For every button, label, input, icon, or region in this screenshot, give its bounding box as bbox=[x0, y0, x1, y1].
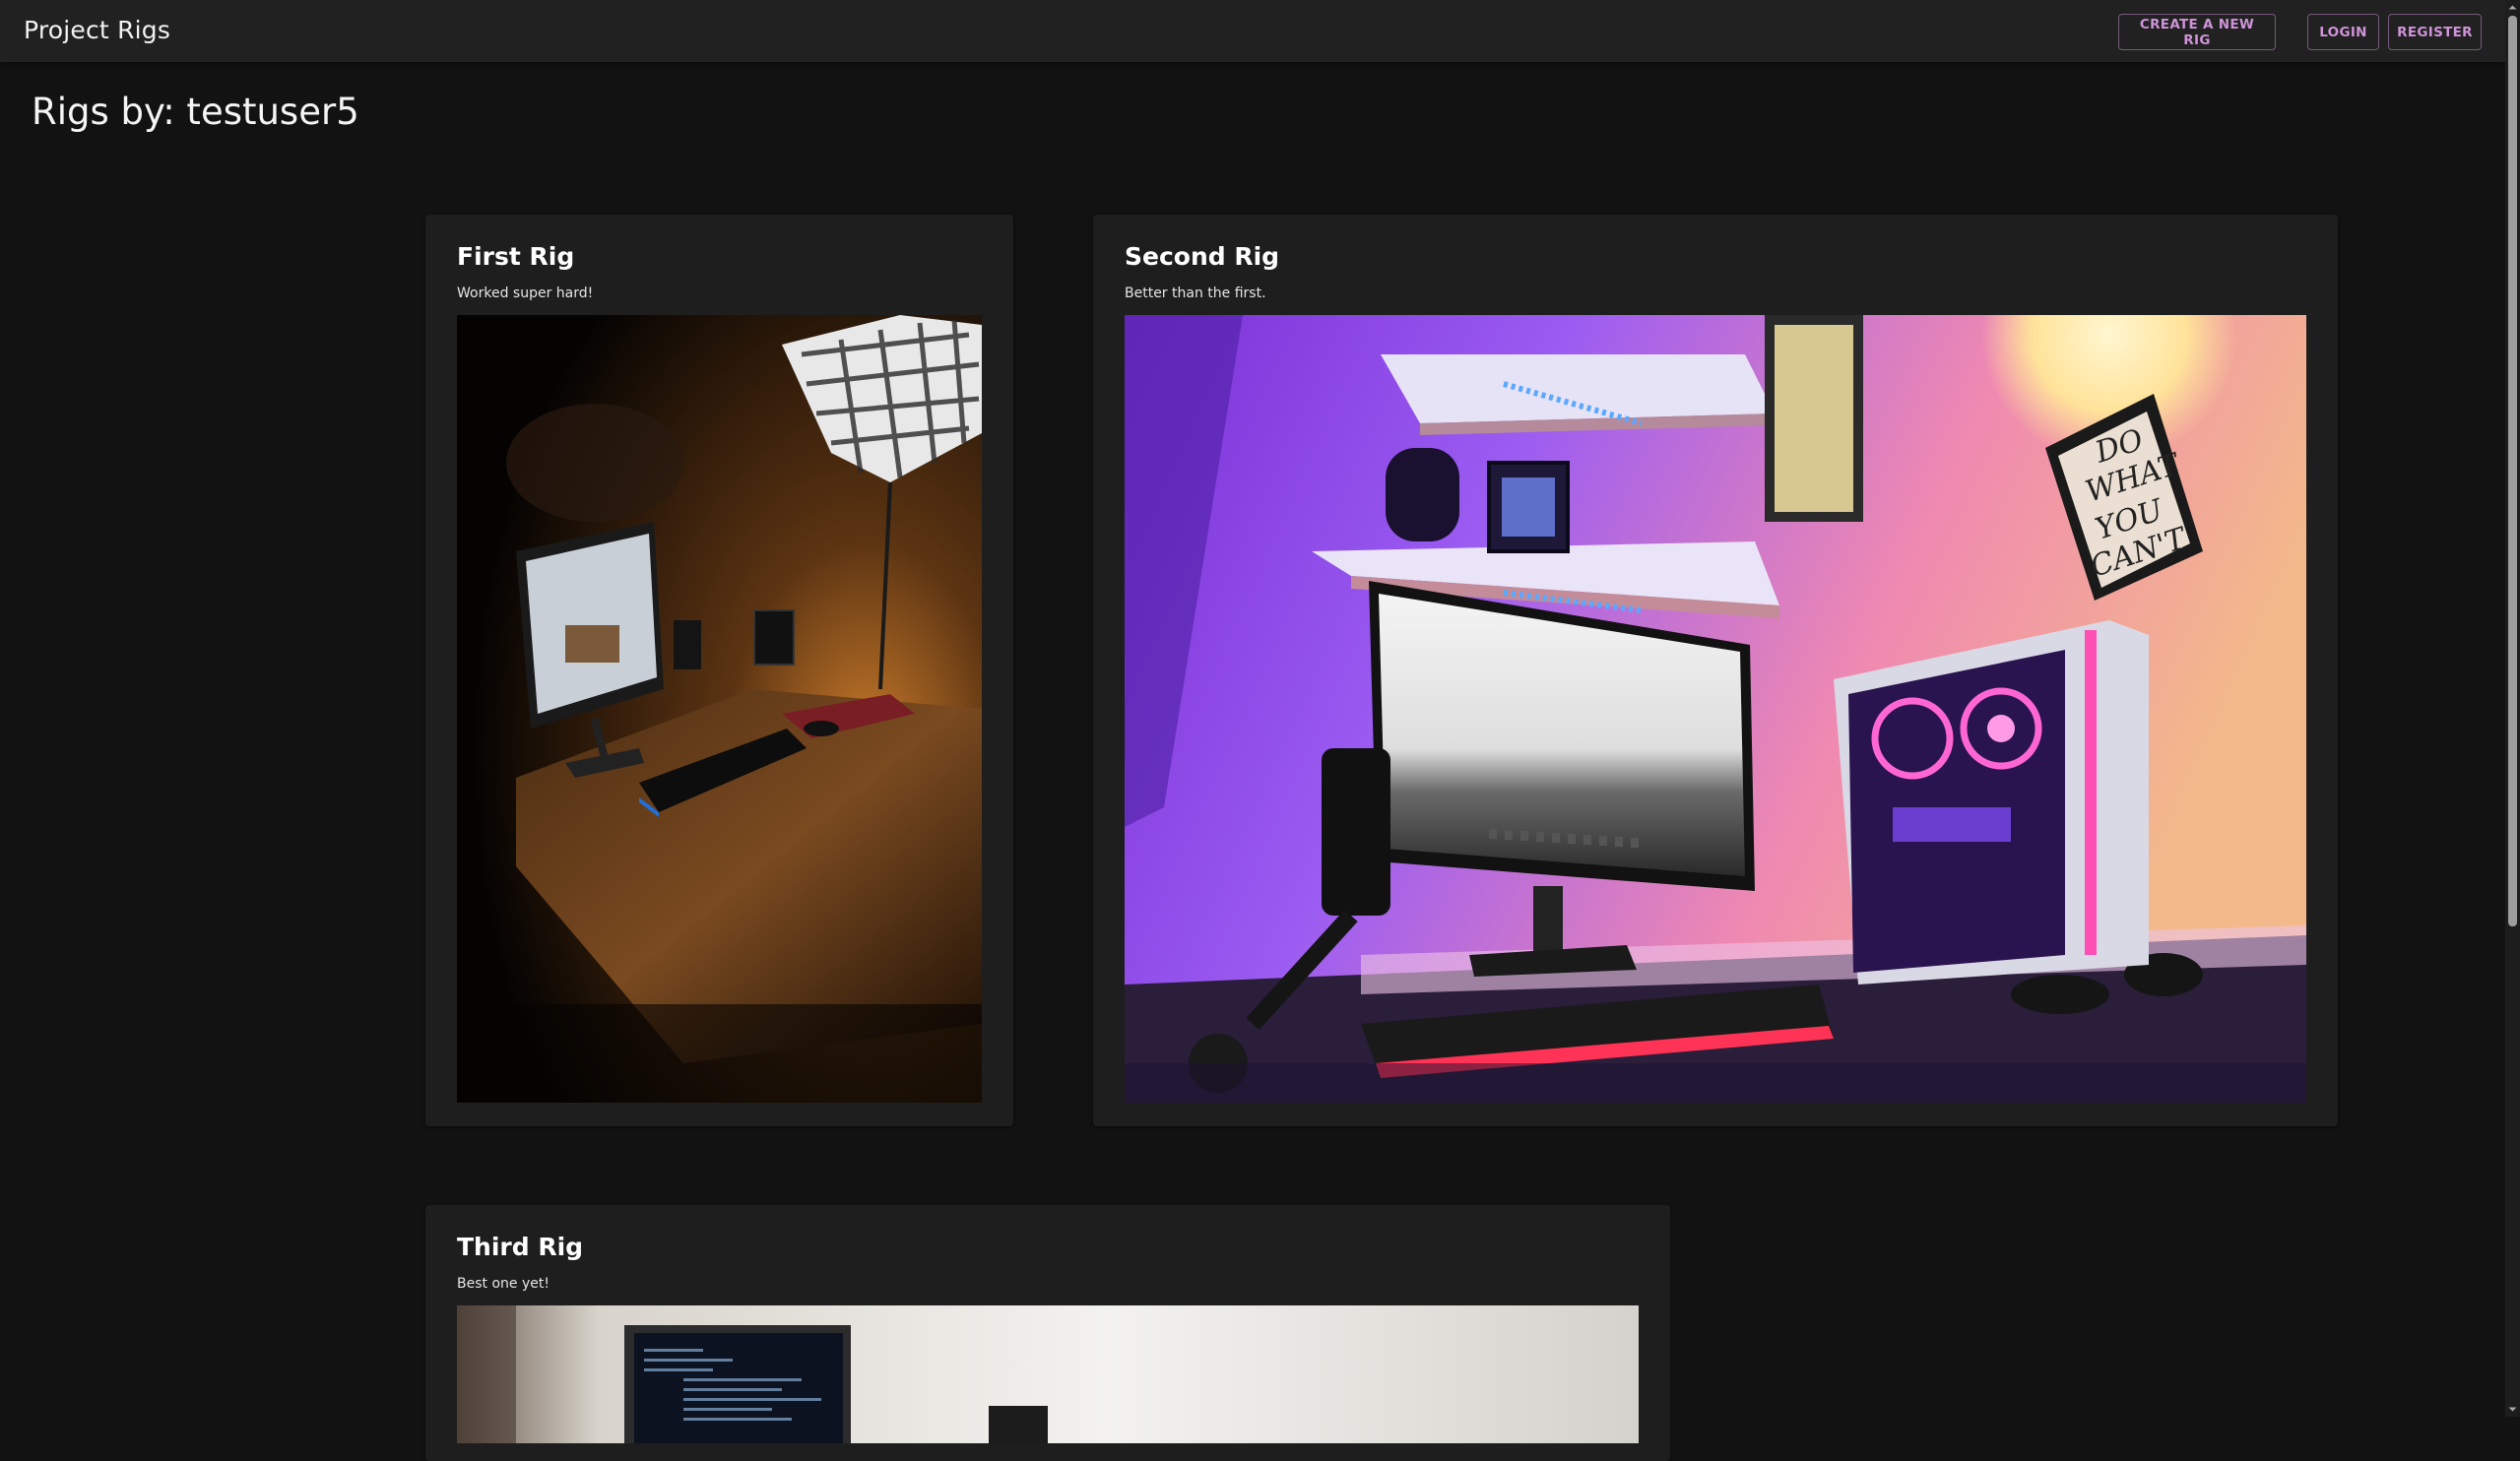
rig-image[interactable] bbox=[457, 1305, 1639, 1443]
rig-image[interactable]: DO WHAT YOU CAN'T bbox=[1125, 315, 2306, 1103]
rig-card[interactable]: Second Rig Better than the first. DO WHA… bbox=[1093, 215, 2338, 1126]
page-title: Rigs by: testuser5 bbox=[32, 91, 359, 133]
rig-card[interactable]: First Rig Worked super hard! bbox=[425, 215, 1013, 1126]
rig-description: Worked super hard! bbox=[457, 286, 594, 301]
desk-photo-dark-icon bbox=[457, 315, 982, 1103]
rig-title: Third Rig bbox=[457, 1233, 584, 1261]
register-button[interactable]: Register bbox=[2388, 14, 2482, 50]
desk-photo-neon-icon: DO WHAT YOU CAN'T bbox=[1125, 315, 2306, 1103]
brand-title[interactable]: Project Rigs bbox=[24, 16, 170, 44]
rig-description: Better than the first. bbox=[1125, 286, 1266, 301]
rig-card[interactable]: Third Rig Best one yet! bbox=[425, 1205, 1670, 1461]
scroll-down-arrow-icon[interactable] bbox=[2505, 1402, 2520, 1417]
rig-description: Best one yet! bbox=[457, 1276, 549, 1292]
page-scrollbar[interactable] bbox=[2505, 0, 2520, 1417]
rig-title: First Rig bbox=[457, 242, 575, 271]
scrollbar-thumb[interactable] bbox=[2508, 16, 2517, 926]
rig-image[interactable] bbox=[457, 315, 982, 1103]
app-bar: Project Rigs Create a new rig Login Regi… bbox=[0, 0, 2505, 62]
scroll-up-arrow-icon[interactable] bbox=[2505, 0, 2520, 15]
login-button[interactable]: Login bbox=[2307, 14, 2379, 50]
create-rig-button[interactable]: Create a new rig bbox=[2118, 14, 2276, 50]
rig-title: Second Rig bbox=[1125, 242, 1280, 271]
desk-photo-bright-icon bbox=[457, 1305, 1639, 1443]
